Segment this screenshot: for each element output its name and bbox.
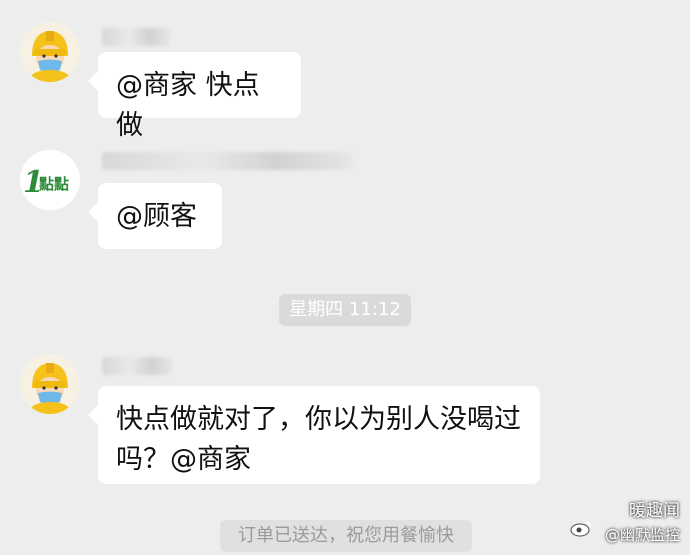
svg-text:點點: 點點 xyxy=(39,175,69,193)
message-bubble[interactable]: 快点做就对了，你以为别人没喝过吗？@商家 xyxy=(98,386,540,484)
watermark: 暖趣闻 @幽默监控 xyxy=(570,501,680,551)
message-text: 快点做就对了，你以为别人没喝过吗？@商家 xyxy=(116,404,521,475)
message-bubble[interactable]: @顾客 xyxy=(98,183,222,249)
message-bubble[interactable]: @商家 快点做 xyxy=(98,52,301,141)
rider-avatar-icon[interactable] xyxy=(20,22,80,82)
message-text: @商家 快点做 xyxy=(116,70,260,141)
message-text: @顾客 xyxy=(116,201,197,232)
watermark-line-1: 暖趣闻 xyxy=(629,501,680,521)
rider-avatar-icon[interactable] xyxy=(20,354,80,414)
sender-name-blurred xyxy=(102,28,170,46)
sender-name-blurred xyxy=(102,152,352,170)
merchant-avatar-icon[interactable]: 1 點點 xyxy=(20,150,80,210)
weibo-logo-icon xyxy=(570,519,592,542)
watermark-line-2: @幽默监控 xyxy=(604,526,680,544)
sender-name-blurred xyxy=(102,357,172,375)
timestamp: 星期四 11:12 xyxy=(279,294,411,326)
system-message: 订单已送达，祝您用餐愉快 xyxy=(220,520,472,552)
